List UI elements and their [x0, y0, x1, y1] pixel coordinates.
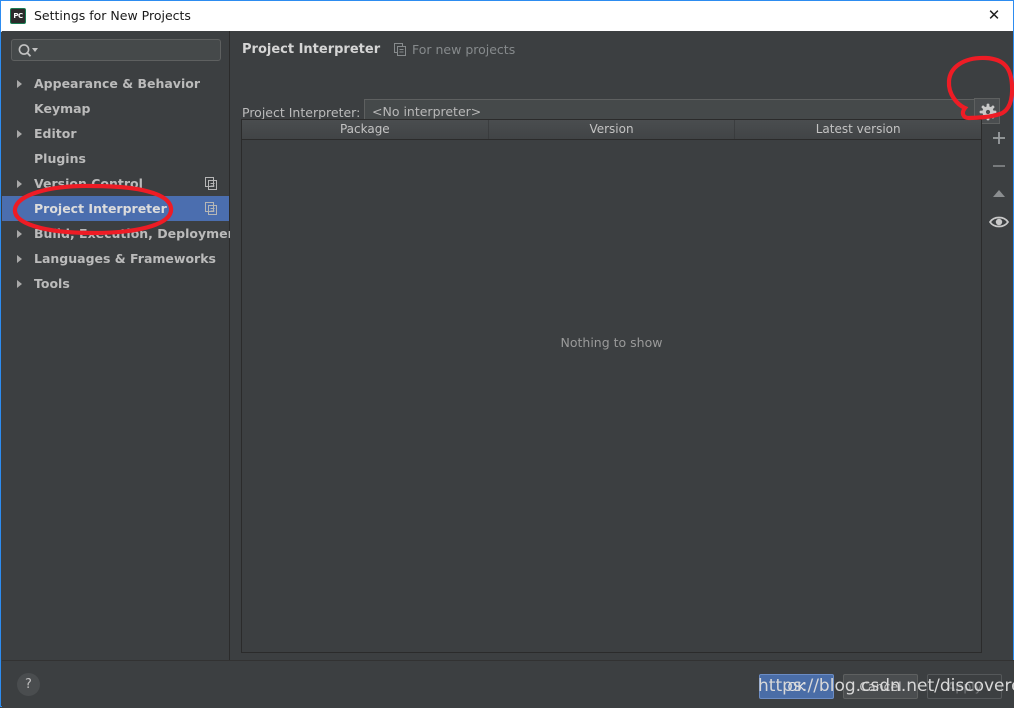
chevron-right-icon[interactable] — [17, 80, 22, 88]
settings-tree: Appearance & Behavior Keymap Editor Plugins… — [2, 71, 242, 296]
remove-package-button[interactable] — [985, 152, 1013, 180]
watermark-text: https://blog.csdn.net/discoverer100 — [758, 676, 1014, 696]
sidebar-item-label: Plugins — [34, 151, 86, 166]
sidebar-item-version-control[interactable]: Version Control — [2, 171, 229, 196]
sidebar-item-label: Tools — [34, 276, 70, 291]
interpreter-label: Project Interpreter: — [242, 105, 361, 120]
sidebar-item-plugins[interactable]: Plugins — [2, 146, 229, 171]
page-title: Project Interpreter — [242, 42, 381, 57]
add-package-button[interactable] — [985, 124, 1013, 152]
column-header[interactable]: Version — [489, 120, 736, 139]
pycharm-icon: PC — [10, 8, 26, 24]
search-icon — [18, 44, 38, 57]
copy-icon — [205, 177, 217, 190]
project-interpreter-panel: Project Interpreter For new projects Pro… — [230, 31, 1013, 660]
sidebar-item-editor[interactable]: Editor — [2, 121, 229, 146]
sidebar-item-label: Version Control — [34, 176, 143, 191]
help-button[interactable]: ? — [17, 673, 40, 696]
sidebar-item-label: Build, Execution, Deployment — [34, 226, 243, 241]
sidebar-item-label: Languages & Frameworks — [34, 251, 216, 266]
sidebar-item-keymap[interactable]: Keymap — [2, 96, 229, 121]
chevron-right-icon[interactable] — [17, 180, 22, 188]
chevron-right-icon[interactable] — [17, 255, 22, 263]
sidebar-item-label: Keymap — [34, 101, 91, 116]
sidebar-item-project-interpreter[interactable]: Project Interpreter — [2, 196, 229, 221]
sidebar-item-label: Appearance & Behavior — [34, 76, 200, 91]
sidebar-item-tools[interactable]: Tools — [2, 271, 229, 296]
copy-icon — [205, 202, 217, 215]
sidebar-item-languages-frameworks[interactable]: Languages & Frameworks — [2, 246, 229, 271]
packages-table-header: Package Version Latest version — [242, 120, 981, 140]
packages-toolbar — [985, 124, 1013, 236]
chevron-right-icon[interactable] — [17, 230, 22, 238]
sidebar-item-label: Editor — [34, 126, 77, 141]
column-header[interactable]: Latest version — [735, 120, 981, 139]
show-early-releases-button[interactable] — [985, 208, 1013, 236]
window-title: Settings for New Projects — [34, 8, 191, 23]
settings-sidebar: Appearance & Behavior Keymap Editor Plugins… — [2, 31, 242, 660]
packages-table: Package Version Latest version Nothing to … — [241, 119, 982, 653]
upgrade-package-button[interactable] — [985, 180, 1013, 208]
column-header[interactable]: Package — [242, 120, 489, 139]
scope-label: For new projects — [412, 42, 516, 57]
scope-indicator: For new projects — [394, 42, 515, 57]
close-icon[interactable]: ✕ — [975, 1, 1013, 30]
sidebar-item-label: Project Interpreter — [34, 201, 167, 216]
chevron-right-icon[interactable] — [17, 280, 22, 288]
sidebar-item-appearance-behavior[interactable]: Appearance & Behavior — [2, 71, 229, 96]
plus-icon — [993, 132, 1005, 144]
copy-icon — [394, 43, 406, 56]
search-field[interactable] — [11, 39, 221, 61]
triangle-up-icon — [993, 190, 1005, 197]
eye-icon — [988, 216, 1010, 228]
title-bar: PC Settings for New Projects ✕ — [1, 1, 1013, 32]
settings-dialog: PC Settings for New Projects ✕ Appearanc… — [0, 0, 1014, 708]
chevron-right-icon[interactable] — [17, 130, 22, 138]
search-input[interactable] — [40, 42, 219, 61]
interpreter-selected-value: <No interpreter> — [372, 104, 482, 119]
minus-icon — [993, 165, 1005, 167]
sidebar-item-build-execution-deployment[interactable]: Build, Execution, Deployment — [2, 221, 242, 246]
empty-state-text: Nothing to show — [560, 335, 663, 350]
